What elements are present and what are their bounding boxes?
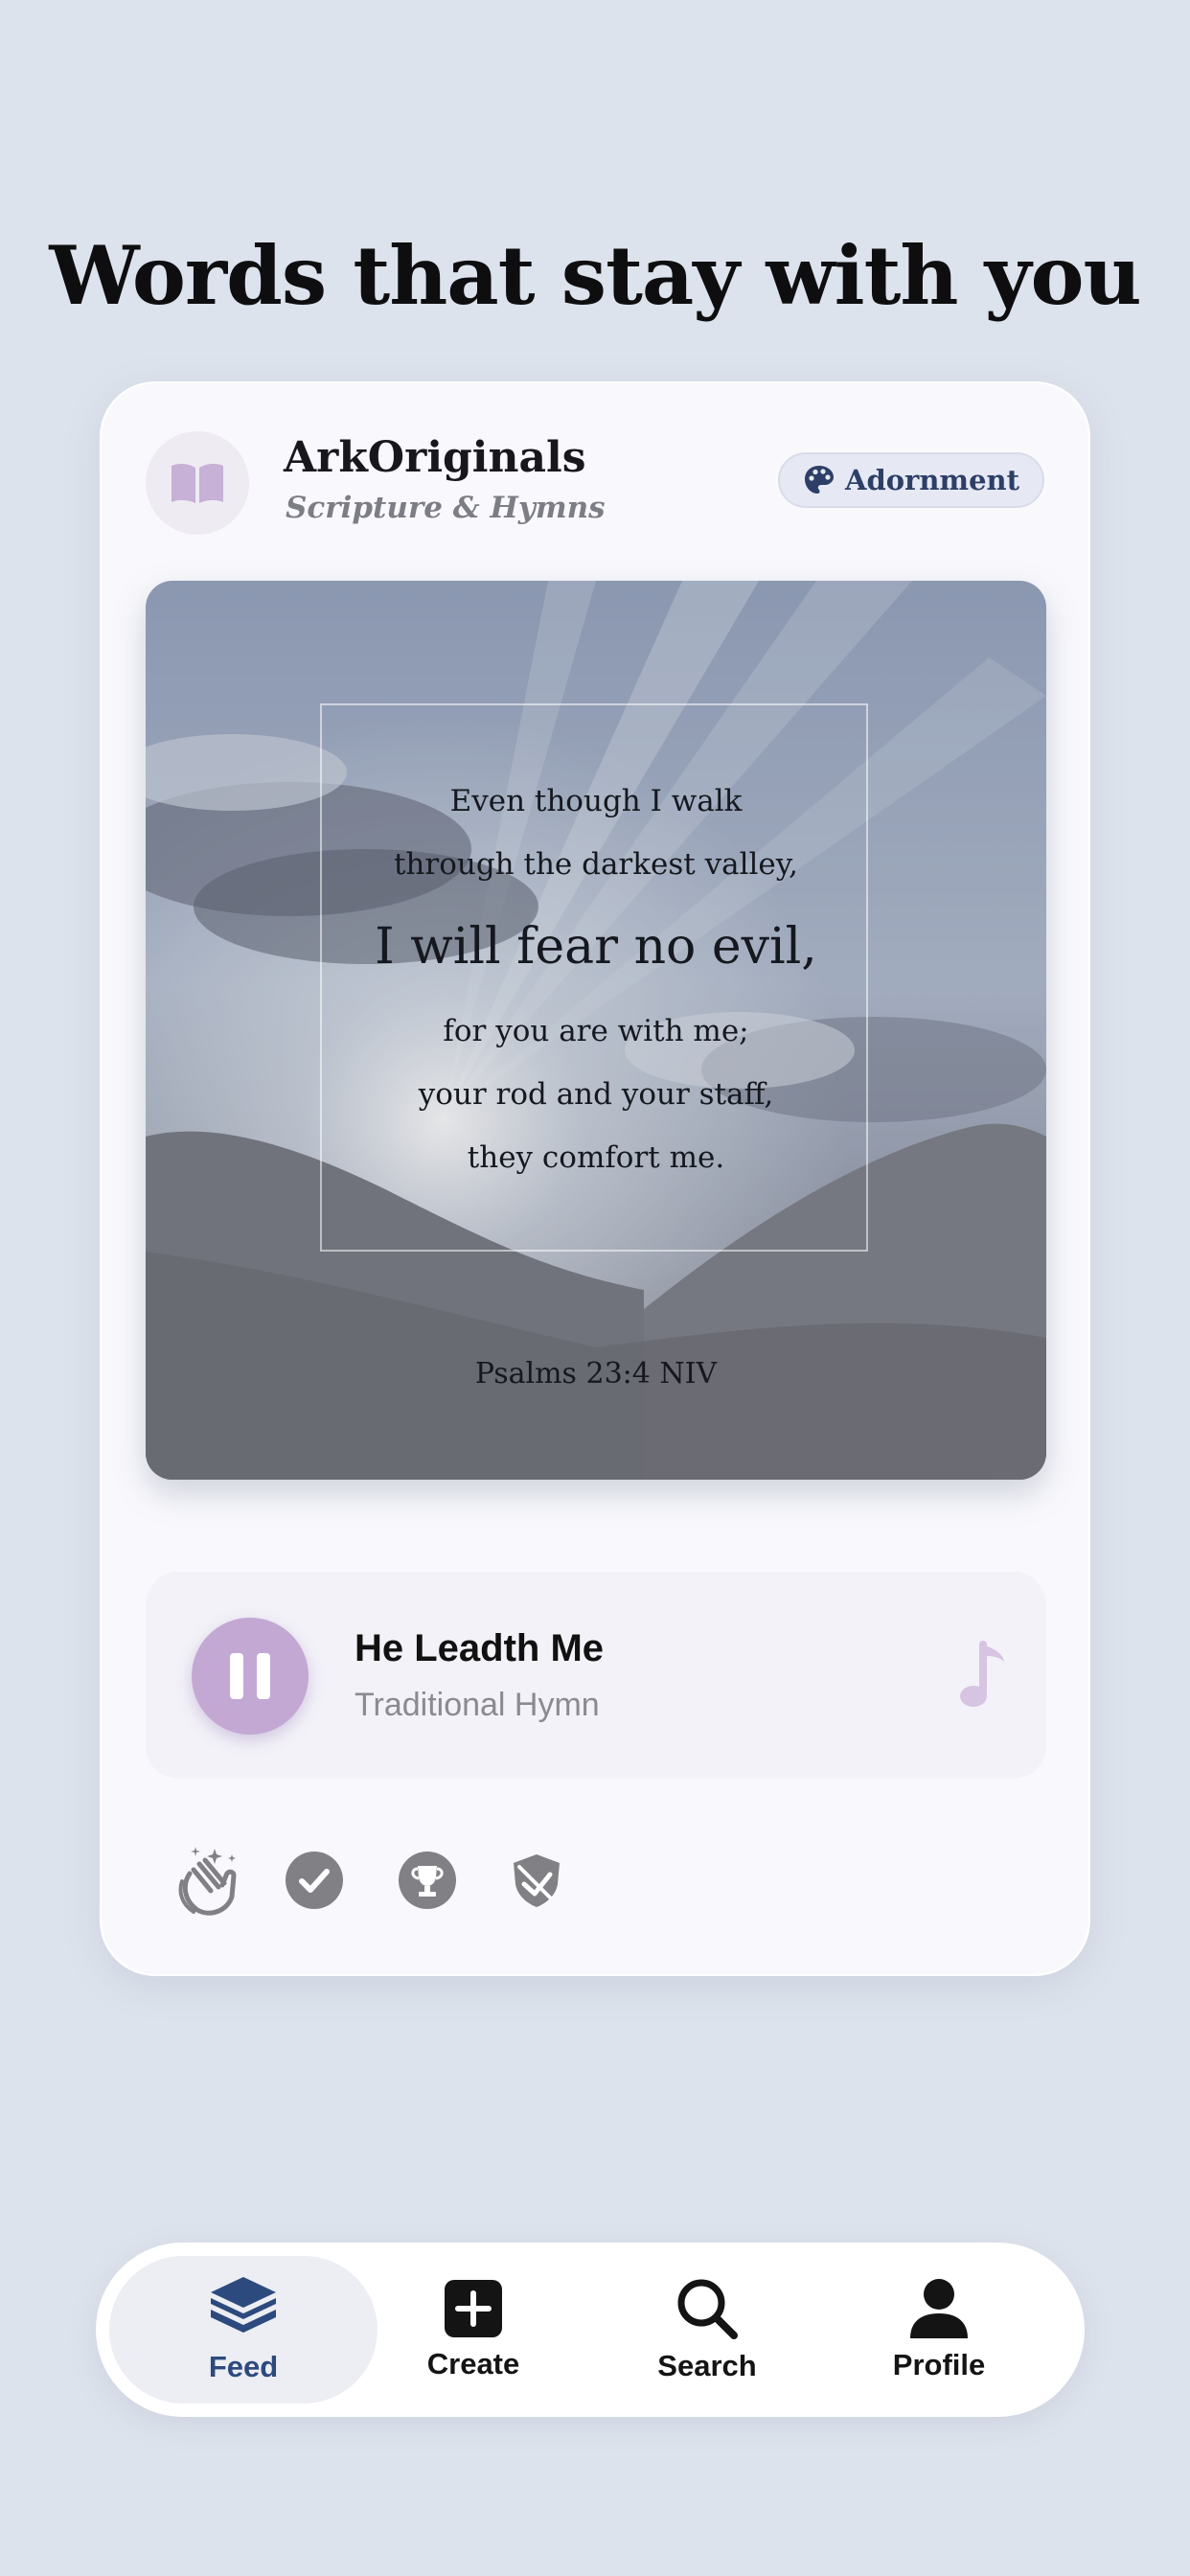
verse-line: they comfort me.: [467, 1140, 725, 1175]
stack-icon: [211, 2277, 276, 2333]
verse-line-emphasis: I will fear no evil,: [375, 918, 817, 976]
post-card: ArkOriginals Scripture & Hymns Adornment: [102, 383, 1088, 1974]
verse-reference: Psalms 23:4 NIV: [474, 1357, 718, 1391]
adornment-label: Adornment: [844, 464, 1020, 496]
plus-square-icon: [445, 2280, 502, 2337]
tab-create-label: Create: [426, 2347, 520, 2380]
pause-button[interactable]: [192, 1618, 309, 1735]
verse-line: for you are with me;: [443, 1014, 749, 1048]
book-icon: [172, 463, 223, 503]
person-icon: [910, 2279, 968, 2338]
account-avatar[interactable]: [146, 431, 249, 535]
checkmark-circle-icon[interactable]: [276, 1842, 353, 1919]
music-note-icon[interactable]: [954, 1639, 1012, 1715]
shield-check-icon[interactable]: [498, 1842, 575, 1919]
song-subtitle: Traditional Hymn: [355, 1687, 600, 1723]
verse-image[interactable]: Even though I walk through the darkest v…: [146, 581, 1046, 1480]
tab-feed-label: Feed: [208, 2350, 279, 2383]
hymn-player: He Leadth Me Traditional Hymn: [146, 1572, 1046, 1779]
palette-icon: [804, 466, 834, 494]
account-subtitle: Scripture & Hymns: [286, 491, 606, 525]
tab-search-label: Search: [657, 2349, 757, 2382]
verse-line: through the darkest valley,: [393, 847, 799, 882]
tab-profile[interactable]: Profile: [805, 2256, 1073, 2404]
verse-line: Even though I walk: [449, 784, 743, 818]
trophy-icon[interactable]: [389, 1842, 466, 1919]
song-title: He Leadth Me: [355, 1627, 605, 1669]
verse-line: your rod and your staff,: [418, 1077, 774, 1112]
page-headline: Words that stay with you: [49, 228, 1141, 323]
tab-search[interactable]: Search: [573, 2256, 841, 2404]
tab-profile-label: Profile: [892, 2348, 986, 2381]
search-icon: [677, 2279, 738, 2339]
tab-create[interactable]: Create: [339, 2256, 607, 2404]
tab-bar: Feed Create Search Profile: [96, 2242, 1085, 2417]
clapping-hands-icon[interactable]: [171, 1842, 247, 1919]
pause-icon: [230, 1653, 243, 1699]
adornment-button[interactable]: Adornment: [778, 452, 1044, 508]
account-name[interactable]: ArkOriginals: [284, 433, 586, 482]
tab-feed[interactable]: Feed: [109, 2256, 378, 2404]
